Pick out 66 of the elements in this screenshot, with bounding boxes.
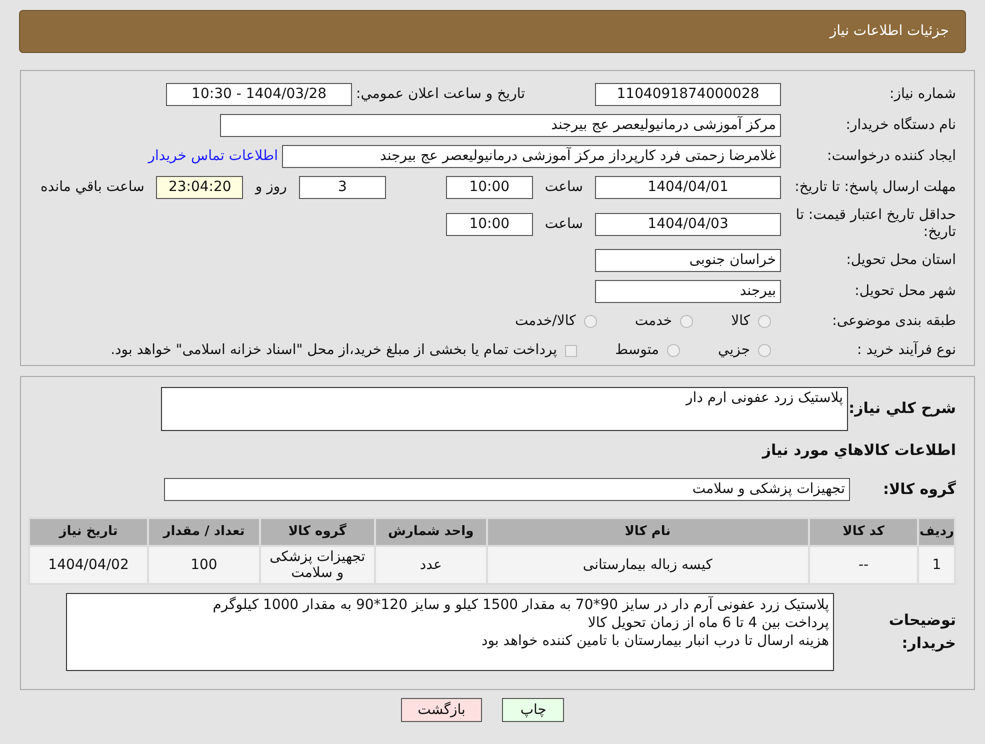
field-label: روز و bbox=[255, 178, 287, 197]
table-cell: تجهیزات پزشکی و سلامت bbox=[260, 546, 375, 584]
page-title: جزئیات اطلاعات نیاز bbox=[830, 22, 949, 41]
input-field[interactable]: 10:00 bbox=[446, 212, 533, 236]
column-header: واحد شمارش bbox=[374, 518, 487, 546]
radio-button[interactable] bbox=[758, 344, 771, 357]
field-label: ساعت bbox=[544, 214, 583, 234]
treasury-note: پرداخت تمام یا بخشی از مبلغ خرید،از محل "اسناد خزانه اسلامی" خواهد بود. bbox=[110, 341, 558, 360]
input-field[interactable]: مرکز آموزشی درمانیولیعصر عج بیرجند bbox=[220, 114, 781, 137]
radio-button[interactable] bbox=[667, 344, 680, 357]
field-label: نوع فرآیند خرید : bbox=[856, 340, 956, 360]
input-field[interactable]: 3 bbox=[298, 176, 386, 199]
back-button[interactable]: بازگشت bbox=[400, 698, 482, 722]
column-header: گروه کالا bbox=[260, 518, 375, 546]
section-heading: اطلاعات کالاهاي مورد نیاز bbox=[760, 440, 956, 461]
field-label: شماره نیاز: bbox=[888, 85, 956, 104]
field-label: شهر محل تحویل: bbox=[854, 282, 956, 301]
field-label: نام دستگاه خریدار: bbox=[844, 116, 956, 135]
radio-label: کالا bbox=[731, 312, 750, 331]
table-cell: کیسه زباله بیمارستانی bbox=[486, 546, 809, 584]
input-field[interactable]: 10:00 bbox=[446, 176, 533, 199]
column-header: تاریخ نیاز bbox=[29, 518, 148, 546]
field-label: ایجاد کننده درخواست: bbox=[826, 147, 956, 166]
goods-group-label: گروه کالا: bbox=[882, 478, 956, 500]
note-line: پرداخت بین 4 تا 6 ماه از زمان تحویل کالا bbox=[586, 614, 829, 632]
description-label: شرح کلي نیاز: bbox=[848, 398, 956, 419]
column-header: نام کالا bbox=[486, 518, 809, 546]
radio-button[interactable] bbox=[680, 315, 694, 328]
field-label: مهلت ارسال پاسخ: تا تاریخ: bbox=[794, 179, 956, 196]
buyer-notes-textarea[interactable]: پلاستیک زرد عفونی آرم دار در سایز 90*70 به مقدار 1500 کیلو و سایز 120*90 به مقدار 1000 کیلوگرم پرداخت بین 4 تا 6 ماه از زمان تحویل کالا هزینه ارسال تا درب انبار بیمارستان با تامین کننده خواهد بود bbox=[66, 592, 834, 670]
note-line: هزینه ارسال تا درب انبار بیمارستان با تامین کننده خواهد بود bbox=[480, 632, 829, 650]
field-label: ساعت bbox=[544, 178, 583, 197]
note-line: پلاستیک زرد عفونی آرم دار در سایز 90*70 به مقدار 1500 کیلو و سایز 120*90 به مقدار 1000 کیلوگرم bbox=[212, 596, 829, 614]
radio-label: خدمت bbox=[634, 312, 672, 331]
field-label: طبقه بندی موضوعی: bbox=[831, 312, 956, 331]
field-label: حداقل تاریخ اعتبار قیمت: تا تاریخ: bbox=[794, 207, 956, 241]
buyer-notes-label: توضیحات خریدار: bbox=[888, 610, 956, 654]
input-field[interactable]: 1404/04/01 bbox=[595, 176, 781, 199]
input-field[interactable]: بیرجند bbox=[595, 280, 781, 303]
input-field[interactable]: 1104091874000028 bbox=[595, 83, 781, 106]
print-button[interactable]: چاپ bbox=[502, 698, 564, 722]
table-cell: 100 bbox=[148, 546, 260, 584]
radio-label: کالا/خدمت bbox=[514, 312, 576, 331]
field-label: استان محل تحویل: bbox=[845, 251, 956, 270]
column-header: تعداد / مقدار bbox=[148, 518, 260, 546]
radio-button[interactable] bbox=[584, 315, 597, 328]
buyer-contact-link[interactable]: اطلاعات تماس خریدار bbox=[148, 146, 278, 167]
input-field[interactable]: خراسان جنوبی bbox=[595, 249, 781, 272]
input-field[interactable]: 1404/03/28 - 10:30 bbox=[166, 83, 352, 106]
field-label: ساعت باقي مانده bbox=[40, 178, 144, 197]
input-field[interactable]: 1404/04/03 bbox=[595, 212, 781, 236]
radio-button[interactable] bbox=[758, 315, 771, 328]
input-field[interactable]: تجهیزات پزشکی و سلامت bbox=[164, 478, 850, 500]
radio-label: جزيي bbox=[718, 341, 750, 360]
table-cell: 1 bbox=[918, 546, 955, 584]
column-header: ردیف bbox=[918, 518, 955, 546]
radio-label: متوسط bbox=[615, 341, 660, 360]
description-textarea[interactable]: پلاستیک زرد عفونی ارم دار bbox=[161, 387, 848, 431]
table-cell: 1404/04/02 bbox=[29, 546, 148, 584]
checkbox[interactable] bbox=[565, 344, 578, 356]
column-header: کد کالا bbox=[808, 518, 918, 546]
table-cell: -- bbox=[808, 546, 918, 584]
table-cell: عدد bbox=[374, 546, 487, 584]
input-field[interactable]: غلامرضا زحمتی فرد کارپرداز مرکز آموزشی درمانیولیعصر عج بیرجند bbox=[282, 145, 781, 168]
countdown-field[interactable]: 23:04:20 bbox=[156, 176, 244, 199]
field-label: تاریخ و ساعت اعلان عمومي: bbox=[356, 85, 525, 104]
